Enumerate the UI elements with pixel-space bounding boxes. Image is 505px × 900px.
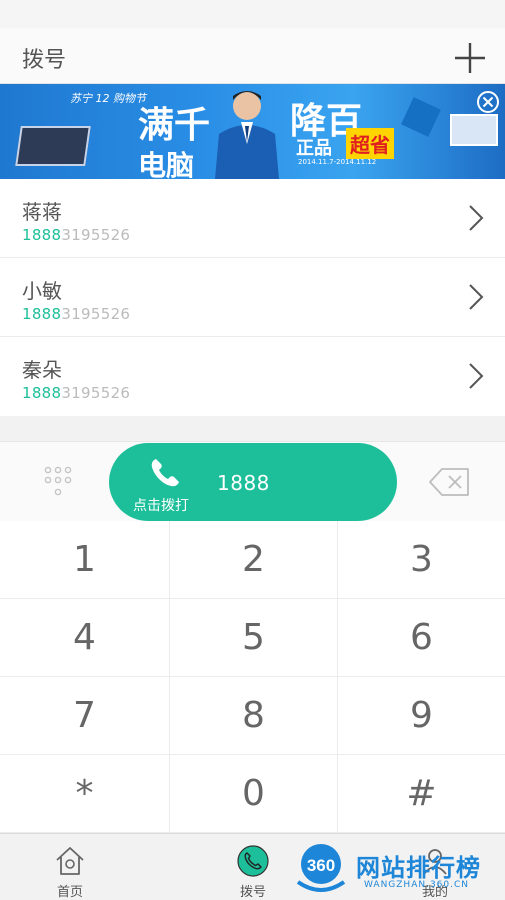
number-match: 1888 bbox=[22, 384, 62, 402]
key-9[interactable]: 9 bbox=[338, 677, 505, 755]
status-bar bbox=[0, 0, 505, 28]
dial-bar: 点击拨打 1888 bbox=[0, 441, 505, 521]
backspace-icon[interactable] bbox=[428, 466, 472, 498]
banner-zheng: 正品 bbox=[296, 138, 332, 159]
tab-dial-label: 拨号 bbox=[239, 885, 266, 900]
key-4[interactable]: 4 bbox=[0, 599, 170, 677]
dialed-number: 1888 bbox=[217, 471, 270, 495]
chevron-right-icon bbox=[469, 205, 484, 231]
banner-line1: 满千 bbox=[138, 105, 211, 146]
contact-row[interactable]: 蒋蒋 18883195526 bbox=[0, 179, 505, 258]
key-2[interactable]: 2 bbox=[170, 521, 338, 599]
contact-number: 18883195526 bbox=[22, 384, 130, 402]
contact-name: 小敏 bbox=[22, 279, 62, 303]
phone-icon bbox=[237, 845, 269, 877]
banner-line2: 电脑 bbox=[138, 149, 195, 179]
watermark-url: WANGZHAN.360.CN bbox=[364, 880, 470, 890]
page-title: 拨号 bbox=[22, 48, 67, 73]
key-0[interactable]: 0 bbox=[170, 755, 338, 833]
tab-dial[interactable]: 拨号 bbox=[212, 834, 294, 900]
key-star[interactable]: * bbox=[0, 755, 170, 833]
key-5[interactable]: 5 bbox=[170, 599, 338, 677]
number-rest: 3195526 bbox=[61, 305, 131, 323]
close-icon[interactable] bbox=[476, 90, 500, 114]
key-6[interactable]: 6 bbox=[338, 599, 505, 677]
watermark: 360 网站排行榜 WANGZHAN.360.CN bbox=[294, 840, 499, 896]
call-label: 点击拨打 bbox=[133, 498, 189, 514]
spokesman-image bbox=[215, 91, 279, 179]
number-match: 1888 bbox=[22, 305, 62, 323]
key-8[interactable]: 8 bbox=[170, 677, 338, 755]
contact-list: 蒋蒋 18883195526 小敏 18883195526 秦朵 1888319… bbox=[0, 179, 505, 416]
number-match: 1888 bbox=[22, 226, 62, 244]
banner-chao: 超省 bbox=[346, 128, 394, 159]
tab-home-label: 首页 bbox=[56, 885, 83, 900]
contact-number: 18883195526 bbox=[22, 226, 130, 244]
svg-text:360: 360 bbox=[307, 856, 335, 875]
key-3[interactable]: 3 bbox=[338, 521, 505, 599]
home-icon bbox=[56, 847, 84, 875]
number-rest: 3195526 bbox=[61, 226, 131, 244]
contact-name: 秦朵 bbox=[22, 358, 62, 382]
contact-number: 18883195526 bbox=[22, 305, 130, 323]
plus-icon[interactable] bbox=[452, 40, 488, 76]
banner-store: 苏宁 12 购物节 bbox=[70, 92, 146, 105]
banner-dates: 2014.11.7-2014.11.12 bbox=[298, 158, 377, 166]
key-7[interactable]: 7 bbox=[0, 677, 170, 755]
app-header: 拨号 bbox=[0, 28, 505, 84]
key-1[interactable]: 1 bbox=[0, 521, 170, 599]
call-button[interactable]: 点击拨打 1888 bbox=[109, 443, 397, 521]
keypad-toggle-icon[interactable] bbox=[42, 466, 74, 498]
phone-icon bbox=[151, 459, 179, 487]
chevron-right-icon bbox=[469, 284, 484, 310]
key-hash[interactable]: # bbox=[338, 755, 505, 833]
chevron-right-icon bbox=[469, 363, 484, 389]
contact-name: 蒋蒋 bbox=[22, 200, 62, 224]
promo-banner[interactable]: 苏宁 12 购物节 满千 电脑 降百 正品 超省 2014.11.7-2014.… bbox=[0, 84, 505, 179]
watermark-cn: 网站排行榜 bbox=[356, 854, 481, 882]
contact-row[interactable]: 秦朵 18883195526 bbox=[0, 337, 505, 416]
keypad: 1 2 3 4 5 6 7 8 9 * 0 # bbox=[0, 521, 505, 833]
contact-row[interactable]: 小敏 18883195526 bbox=[0, 258, 505, 337]
cube-image bbox=[401, 97, 441, 137]
laptop-image bbox=[15, 126, 91, 166]
computer-image bbox=[450, 114, 498, 146]
watermark-logo: 360 bbox=[296, 844, 346, 892]
tab-home[interactable]: 首页 bbox=[30, 834, 110, 900]
number-rest: 3195526 bbox=[61, 384, 131, 402]
